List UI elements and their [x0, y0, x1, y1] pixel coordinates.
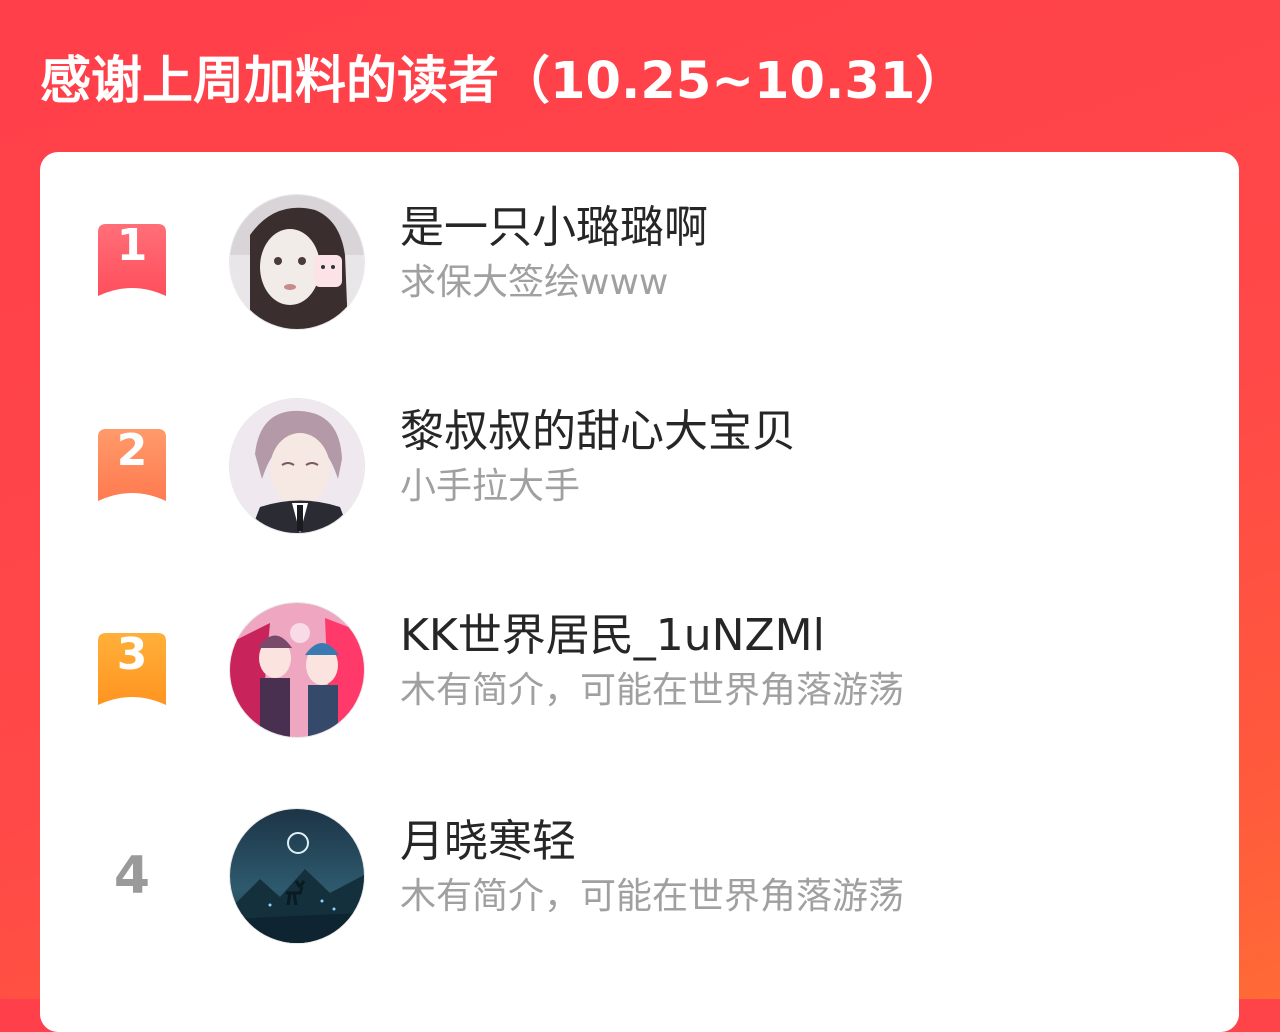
rank-number: 3	[116, 629, 148, 680]
avatar[interactable]	[229, 602, 365, 738]
rank-2-badge-icon: 2	[98, 425, 166, 501]
reader-row[interactable]: 3 KK世界居民_1uNZMl 木有简介，可能在世界角落游荡	[40, 602, 1239, 752]
rank-3-badge-icon: 3	[98, 629, 166, 705]
rank-number: 1	[116, 220, 148, 271]
reader-bio: 小手拉大手	[400, 466, 581, 507]
rank-number: 2	[116, 425, 148, 476]
reader-bio: 木有简介，可能在世界角落游荡	[400, 670, 905, 711]
reader-username[interactable]: KK世界居民_1uNZMl	[400, 608, 825, 664]
reader-row[interactable]: 2 黎叔叔的甜心大宝贝 小手拉大手	[40, 398, 1239, 548]
page-title: 感谢上周加料的读者（10.25~10.31）	[40, 52, 967, 111]
avatar[interactable]	[229, 398, 365, 534]
reader-username[interactable]: 月晓寒轻	[400, 814, 576, 870]
reader-list-card: 1 是一只小璐璐啊 求保大签绘www 2 黎叔叔的甜心大宝贝 小手拉大手 3 K…	[40, 152, 1239, 1032]
avatar[interactable]	[229, 194, 365, 330]
reader-row[interactable]: 4 月晓寒轻 木有简介，可能在世界角落游荡	[40, 808, 1239, 958]
rank-number: 4	[113, 846, 151, 906]
reader-row[interactable]: 1 是一只小璐璐啊 求保大签绘www	[40, 194, 1239, 344]
reader-bio: 求保大签绘www	[400, 262, 669, 303]
reader-bio: 木有简介，可能在世界角落游荡	[400, 876, 905, 917]
reader-username[interactable]: 黎叔叔的甜心大宝贝	[400, 404, 796, 460]
avatar[interactable]	[229, 808, 365, 944]
reader-username[interactable]: 是一只小璐璐啊	[400, 200, 708, 256]
rank-1-badge-icon: 1	[98, 220, 166, 296]
